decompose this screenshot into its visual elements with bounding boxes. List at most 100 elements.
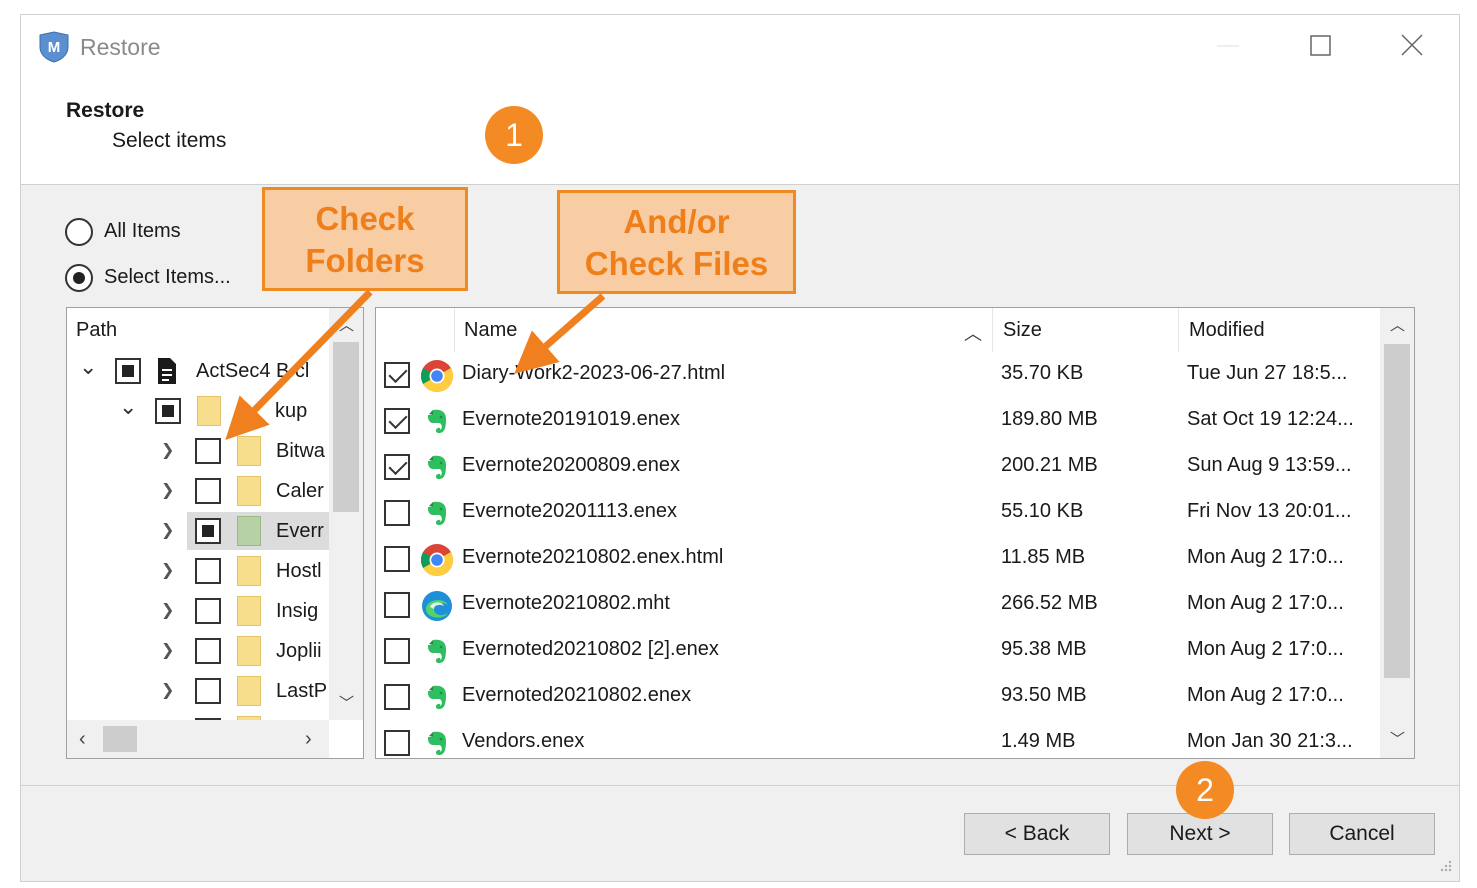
tree-checkbox[interactable] xyxy=(115,358,141,384)
file-row[interactable]: Vendors.enex 1.49 MB Mon Jan 30 21:3... xyxy=(376,720,1380,758)
tree-item-root[interactable]: ⌄ ActSec4 B cl xyxy=(67,352,329,390)
file-row[interactable]: Evernoted20210802.enex 93.50 MB Mon Aug 2 … xyxy=(376,674,1380,720)
name-column-header[interactable]: Name xyxy=(464,319,517,342)
tree-item-label: ActSec4 B cl xyxy=(196,360,310,382)
file-row[interactable]: Evernote20201113.enex 55.10 KB Fri Nov 13 … xyxy=(376,490,1380,536)
chevron-right-icon[interactable]: ❯ xyxy=(161,680,174,700)
tree-item-lastpass[interactable]: ❯ LastP xyxy=(67,672,329,710)
file-row[interactable]: Diary-Work2-2023-06-27.html 35.70 KB Tue J… xyxy=(376,352,1380,398)
tree-item-label: kup xyxy=(275,400,308,422)
tree-checkbox[interactable] xyxy=(195,598,221,624)
close-icon[interactable] xyxy=(1389,29,1435,63)
folder-icon xyxy=(237,556,261,586)
scroll-down-icon[interactable]: ﹀ xyxy=(1390,728,1405,749)
chevron-right-icon[interactable]: ❯ xyxy=(161,640,174,660)
all-items-radio[interactable] xyxy=(65,218,93,246)
back-button[interactable]: < Back xyxy=(964,813,1110,855)
tree-checkbox[interactable] xyxy=(195,478,221,504)
file-size: 93.50 MB xyxy=(1001,684,1087,706)
scroll-left-icon[interactable]: ‹ xyxy=(79,728,86,751)
scroll-right-icon[interactable]: › xyxy=(305,728,312,751)
file-checkbox[interactable] xyxy=(384,684,410,710)
next-button[interactable]: Next > xyxy=(1127,813,1273,855)
file-size: 189.80 MB xyxy=(1001,408,1098,430)
tree-item-label: LastP xyxy=(276,680,328,702)
file-row[interactable]: Evernote20191019.enex 189.80 MB Sat Oct 19… xyxy=(376,398,1380,444)
tree-item-label: Insig xyxy=(276,600,319,622)
check-folders-callout: Check Folders xyxy=(262,187,468,291)
tree-item-calendar[interactable]: ❯ Caler xyxy=(67,472,329,510)
file-modified: Mon Jan 30 21:3... xyxy=(1187,730,1353,752)
file-checkbox[interactable] xyxy=(384,592,410,618)
file-row[interactable]: Evernote20210802.mht 266.52 MB Mon Aug 2 1… xyxy=(376,582,1380,628)
file-name: Evernoted20210802.enex xyxy=(462,684,692,706)
maximize-icon[interactable] xyxy=(1297,29,1343,63)
chevron-down-icon[interactable]: ⌄ xyxy=(119,394,137,420)
file-checkbox[interactable] xyxy=(384,546,410,572)
chevron-right-icon[interactable]: ❯ xyxy=(161,480,174,500)
resize-grip-icon[interactable] xyxy=(1437,857,1453,873)
modified-column-header[interactable]: Modified xyxy=(1189,319,1265,342)
chevron-right-icon[interactable]: ❯ xyxy=(161,560,174,580)
chevron-right-icon[interactable]: ❯ xyxy=(161,600,174,620)
file-name: Diary-Work2-2023-06-27.html xyxy=(462,362,726,384)
tree-checkbox[interactable] xyxy=(195,438,221,464)
tree-vertical-scrollbar[interactable]: ︿ ﹀ xyxy=(329,308,363,720)
tree-checkbox[interactable] xyxy=(195,518,221,544)
file-modified: Sat Oct 19 12:24... xyxy=(1187,408,1354,430)
file-row[interactable]: Evernoted20210802 [2].enex 95.38 MB Mon Au… xyxy=(376,628,1380,674)
scroll-thumb[interactable] xyxy=(103,726,137,752)
tree-item-insig[interactable]: ❯ Insig xyxy=(67,592,329,630)
file-modified: Mon Aug 2 17:0... xyxy=(1187,638,1344,660)
folder-tree: Path ⌄ ActSec4 B cl ⌄ kup ❯ Bitwa ❯ Cale… xyxy=(66,307,364,759)
file-size: 200.21 MB xyxy=(1001,454,1098,476)
chevron-down-icon[interactable]: ⌄ xyxy=(79,354,97,380)
folder-icon xyxy=(197,396,221,426)
file-checkbox[interactable] xyxy=(384,638,410,664)
file-modified: Fri Nov 13 20:01... xyxy=(1187,500,1352,522)
file-size: 1.49 MB xyxy=(1001,730,1076,752)
chevron-right-icon[interactable]: ❯ xyxy=(161,520,174,540)
file-checkbox[interactable] xyxy=(384,454,410,480)
scroll-thumb[interactable] xyxy=(1384,344,1410,678)
minimize-icon[interactable] xyxy=(1205,29,1251,63)
file-checkbox[interactable] xyxy=(384,408,410,434)
file-list: Name ︿ Size Modified Diary-Work2-2023-06… xyxy=(375,307,1415,759)
svg-text:M: M xyxy=(48,39,61,56)
tree-checkbox[interactable] xyxy=(195,558,221,584)
tree-horizontal-scrollbar[interactable]: ‹ › xyxy=(67,720,329,758)
scroll-thumb[interactable] xyxy=(333,342,359,512)
path-column-header[interactable]: Path xyxy=(76,319,117,342)
select-items-label[interactable]: Select Items... xyxy=(104,266,231,289)
file-row[interactable]: Evernote20210802.enex.html 11.85 MB Mon Au… xyxy=(376,536,1380,582)
tree-item-evernote[interactable]: Everr xyxy=(187,512,329,550)
tree-checkbox[interactable] xyxy=(155,398,181,424)
tree-checkbox[interactable] xyxy=(195,678,221,704)
scroll-up-icon[interactable]: ︿ xyxy=(339,314,354,335)
tree-item-backup[interactable]: ⌄ kup xyxy=(67,392,329,430)
file-name: Evernote20200809.enex xyxy=(462,454,680,476)
tree-item-bitwarden[interactable]: ❯ Bitwa xyxy=(67,432,329,470)
check-files-callout: And/or Check Files xyxy=(557,190,796,294)
tree-item-joplin[interactable]: ❯ Joplii xyxy=(67,632,329,670)
tree-item-hostl[interactable]: ❯ Hostl xyxy=(67,552,329,590)
chevron-right-icon[interactable]: ❯ xyxy=(161,440,174,460)
tree-item-label: Hostl xyxy=(276,560,322,582)
files-vertical-scrollbar[interactable]: ︿ ﹀ xyxy=(1380,308,1414,758)
file-checkbox[interactable] xyxy=(384,362,410,388)
tree-checkbox[interactable] xyxy=(195,638,221,664)
folder-icon xyxy=(237,676,261,706)
file-checkbox[interactable] xyxy=(384,730,410,756)
select-items-radio[interactable] xyxy=(65,264,93,292)
tree-item-label: Caler xyxy=(276,480,324,502)
callout-line: And/or xyxy=(623,203,730,240)
cancel-button[interactable]: Cancel xyxy=(1289,813,1435,855)
all-items-label[interactable]: All Items xyxy=(104,220,181,243)
file-row[interactable]: Evernote20200809.enex 200.21 MB Sun Aug 9 … xyxy=(376,444,1380,490)
size-column-header[interactable]: Size xyxy=(1003,319,1042,342)
evernote-icon xyxy=(420,405,454,439)
folder-icon xyxy=(237,436,261,466)
file-checkbox[interactable] xyxy=(384,500,410,526)
scroll-down-icon[interactable]: ﹀ xyxy=(339,692,354,713)
scroll-up-icon[interactable]: ︿ xyxy=(1390,314,1405,335)
